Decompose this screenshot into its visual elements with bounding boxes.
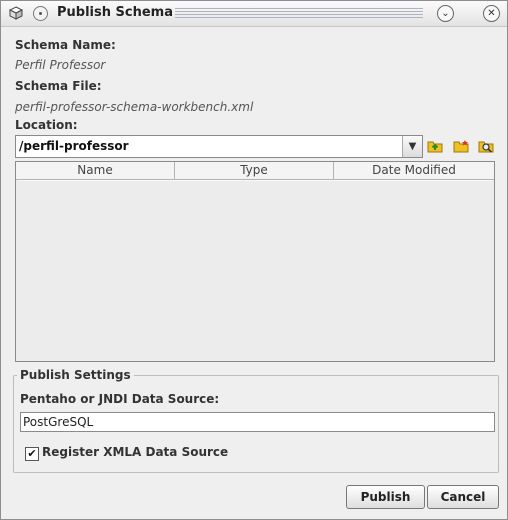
location-value: /perfil-professor bbox=[19, 139, 129, 153]
title-bar-grip bbox=[175, 8, 423, 20]
publish-schema-dialog: Publish Schema ⌄ ✕ Schema Name: Perfil P… bbox=[0, 0, 508, 520]
dropdown-arrow-icon[interactable]: ▼ bbox=[402, 136, 422, 157]
cube-icon bbox=[9, 6, 23, 20]
folder-up-icon[interactable] bbox=[427, 139, 443, 153]
column-type[interactable]: Type bbox=[175, 162, 334, 179]
file-table[interactable]: Name Type Date Modified bbox=[15, 161, 495, 362]
new-folder-icon[interactable] bbox=[453, 139, 469, 153]
schema-name-label: Schema Name: bbox=[15, 38, 116, 52]
publish-settings-title: Publish Settings bbox=[17, 368, 134, 382]
window-title: Publish Schema bbox=[57, 5, 173, 20]
circle-menu-icon[interactable] bbox=[33, 6, 48, 21]
column-name[interactable]: Name bbox=[16, 162, 175, 179]
table-header: Name Type Date Modified bbox=[16, 162, 494, 180]
datasource-label: Pentaho or JNDI Data Source: bbox=[20, 392, 220, 406]
schema-name-value: Perfil Professor bbox=[15, 58, 106, 72]
register-xmla-label[interactable]: Register XMLA Data Source bbox=[42, 445, 228, 459]
location-combo[interactable]: /perfil-professor ▼ bbox=[15, 135, 423, 158]
title-bar[interactable]: Publish Schema ⌄ ✕ bbox=[1, 1, 507, 27]
publish-button[interactable]: Publish bbox=[346, 485, 425, 509]
search-folder-icon[interactable] bbox=[478, 139, 494, 153]
table-body[interactable] bbox=[18, 180, 492, 359]
close-icon[interactable]: ✕ bbox=[483, 5, 500, 22]
datasource-input[interactable]: PostGreSQL bbox=[20, 412, 495, 432]
schema-file-label: Schema File: bbox=[15, 79, 102, 93]
register-xmla-checkbox[interactable]: ✔ bbox=[25, 447, 39, 461]
location-label: Location: bbox=[15, 118, 78, 132]
datasource-value: PostGreSQL bbox=[23, 415, 94, 429]
cancel-button[interactable]: Cancel bbox=[427, 485, 499, 509]
column-date-modified[interactable]: Date Modified bbox=[334, 162, 494, 179]
chevron-down-icon[interactable]: ⌄ bbox=[437, 5, 454, 22]
schema-file-value: perfil-professor-schema-workbench.xml bbox=[15, 100, 254, 114]
